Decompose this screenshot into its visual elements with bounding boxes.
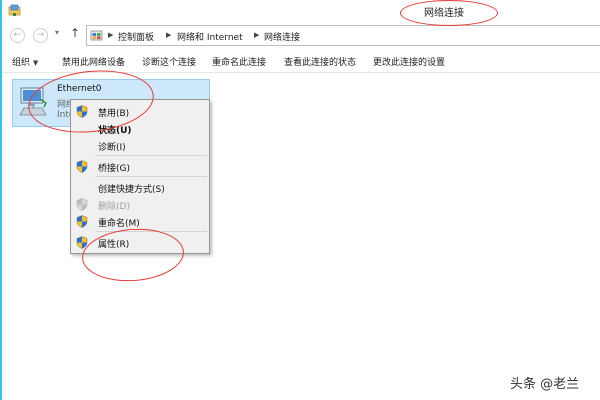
back-arrow-icon: ←: [13, 30, 22, 40]
watermark: 头条 @老兰: [510, 377, 580, 392]
menu-separator: [95, 155, 207, 156]
menu-item-rename[interactable]: 重命名(M): [71, 213, 209, 230]
disable-device-button[interactable]: 禁用此网络设备: [62, 55, 125, 68]
up-button[interactable]: ↑: [70, 26, 80, 40]
organize-label: 组织: [12, 58, 31, 68]
title-bar: 网络连接: [2, 0, 600, 22]
annotation-circle-title: [400, 0, 498, 26]
control-panel-icon: [90, 30, 103, 41]
rename-connection-button[interactable]: 重命名此连接: [212, 55, 266, 68]
breadcrumb-control-panel[interactable]: 控制面板: [118, 30, 154, 43]
menu-label-bridge: 桥接(G): [98, 164, 130, 174]
navigation-bar: ← → ▾ ↑ ▶ 控制面板 ▶ 网络和 Internet ▶ 网络连接: [2, 22, 600, 47]
menu-label-delete: 删除(D): [98, 202, 130, 212]
view-status-button[interactable]: 查看此连接的状态: [284, 55, 356, 68]
recent-locations-button[interactable]: ▾: [55, 28, 59, 37]
uac-shield-icon: [76, 160, 88, 173]
breadcrumb-network-connections[interactable]: 网络连接: [264, 30, 300, 43]
uac-shield-icon: [76, 215, 88, 228]
chevron-down-icon: ▼: [32, 59, 39, 67]
address-bar[interactable]: ▶ 控制面板 ▶ 网络和 Internet ▶ 网络连接: [86, 25, 600, 46]
menu-item-create-shortcut[interactable]: 创建快捷方式(S): [71, 179, 209, 196]
organize-menu[interactable]: 组织 ▼: [12, 55, 38, 68]
uac-shield-icon: [76, 198, 88, 211]
command-bar: 组织 ▼ 禁用此网络设备 诊断这个连接 重命名此连接 查看此连接的状态 更改此连…: [2, 50, 600, 73]
forward-arrow-icon: →: [36, 30, 45, 40]
up-arrow-icon: ↑: [70, 26, 81, 40]
chevron-down-icon: ▾: [55, 28, 60, 37]
breadcrumb-network-internet[interactable]: 网络和 Internet: [177, 30, 243, 43]
breadcrumb-separator: ▶: [166, 31, 172, 39]
menu-item-delete: 删除(D): [71, 196, 209, 213]
breadcrumb-separator: ▶: [108, 31, 114, 39]
menu-label-create-shortcut: 创建快捷方式(S): [98, 185, 165, 195]
back-button[interactable]: ←: [10, 28, 25, 43]
breadcrumb-separator: ▶: [254, 31, 260, 39]
menu-label-diagnose: 诊断(I): [98, 143, 126, 153]
forward-button[interactable]: →: [33, 28, 48, 43]
menu-separator: [95, 176, 207, 177]
network-folder-icon: [8, 4, 21, 16]
menu-item-diagnose[interactable]: 诊断(I): [71, 137, 209, 154]
diagnose-connection-button[interactable]: 诊断这个连接: [142, 55, 196, 68]
menu-item-bridge[interactable]: 桥接(G): [71, 158, 209, 175]
change-settings-button[interactable]: 更改此连接的设置: [373, 55, 445, 68]
menu-label-rename: 重命名(M): [98, 219, 140, 229]
